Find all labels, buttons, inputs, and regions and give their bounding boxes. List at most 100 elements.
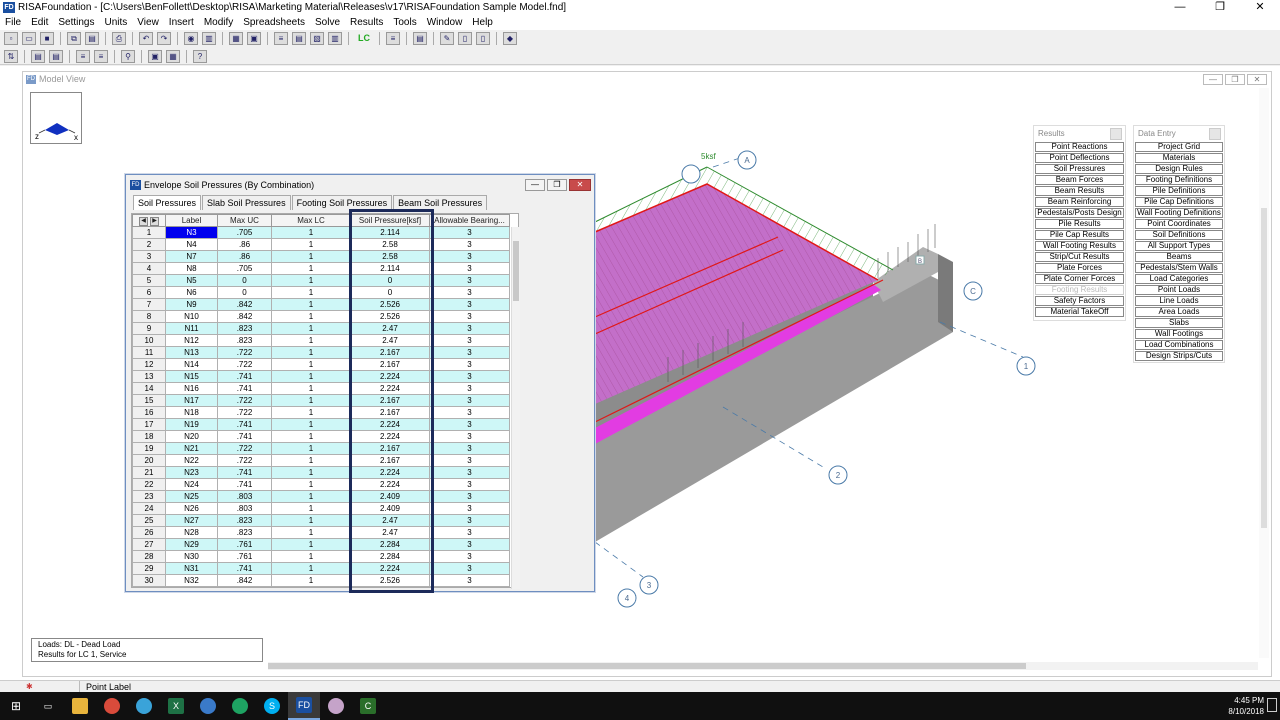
results-item[interactable]: Soil Pressures	[1035, 164, 1124, 174]
cell-max-lc[interactable]: 1	[271, 226, 351, 239]
cell-max-lc[interactable]: 1	[271, 478, 351, 491]
data-entry-item[interactable]: Wall Footing Definitions	[1135, 208, 1223, 218]
table-row[interactable]: 26 N28.823 1 2.47 3	[132, 526, 510, 539]
cell-allowable-bearing[interactable]: 3	[429, 418, 510, 431]
table-row[interactable]: 19 N21.722 1 2.167 3	[132, 442, 510, 455]
cell-label[interactable]: N20	[165, 430, 218, 443]
cell-max-lc[interactable]: 1	[271, 382, 351, 395]
table-icon[interactable]: ▦	[166, 49, 180, 63]
menu-units[interactable]: Units	[100, 17, 133, 28]
table-row[interactable]: 10 N12.823 1 2.47 3	[132, 334, 510, 347]
cell-allowable-bearing[interactable]: 3	[429, 502, 510, 515]
cell-max-lc[interactable]: 1	[271, 418, 351, 431]
menu-results[interactable]: Results	[345, 17, 388, 28]
row-number[interactable]: 8	[132, 310, 166, 323]
data-entry-item[interactable]: Design Rules	[1135, 164, 1223, 174]
cell-max-lc[interactable]: 1	[271, 310, 351, 323]
envelope-restore-button[interactable]: ❐	[547, 179, 567, 191]
row-number[interactable]: 20	[132, 454, 166, 467]
row-number[interactable]: 24	[132, 502, 166, 515]
table-row[interactable]: 22 N24.741 1 2.224 3	[132, 478, 510, 491]
table-row[interactable]: 23 N25.803 1 2.409 3	[132, 490, 510, 503]
column-header-max-uc[interactable]: Max UC	[217, 214, 272, 227]
menu-spreadsheets[interactable]: Spreadsheets	[238, 17, 310, 28]
tab-soil-pressures[interactable]: Soil Pressures	[133, 195, 202, 210]
data-entry-item[interactable]: Point Loads	[1135, 285, 1223, 295]
cell-label[interactable]: N26	[165, 502, 218, 515]
cell-max-uc[interactable]: .722	[217, 406, 272, 419]
open-file-icon[interactable]: ▭	[22, 32, 36, 45]
block-icon[interactable]: ≡	[94, 49, 108, 63]
cell-max-lc[interactable]: 1	[271, 514, 351, 527]
row-number[interactable]: 22	[132, 478, 166, 491]
row-number[interactable]: 3	[132, 250, 166, 263]
results-item[interactable]: Pile Cap Results	[1035, 230, 1124, 240]
table-row[interactable]: 9 N11.823 1 2.47 3	[132, 322, 510, 335]
menu-file[interactable]: File	[0, 17, 26, 28]
tab-footing-soil-pressures[interactable]: Footing Soil Pressures	[291, 195, 393, 210]
cell-max-uc[interactable]: 0	[217, 274, 272, 287]
row-number[interactable]: 10	[132, 334, 166, 347]
cell-label[interactable]: N18	[165, 406, 218, 419]
row-number[interactable]: 23	[132, 490, 166, 503]
cell-max-lc[interactable]: 1	[271, 286, 351, 299]
cell-label[interactable]: N21	[165, 442, 218, 455]
results-icon[interactable]: ▧	[310, 32, 324, 45]
cell-allowable-bearing[interactable]: 3	[429, 442, 510, 455]
model-view-vertical-scrollbar[interactable]	[1259, 88, 1269, 658]
help-icon[interactable]: ?	[193, 49, 207, 63]
column-header-allowable-bearing[interactable]: Allowable Bearing...	[429, 214, 510, 227]
table-row[interactable]: 17 N19.741 1 2.224 3	[132, 418, 510, 431]
table-row[interactable]: 21 N23.741 1 2.224 3	[132, 466, 510, 479]
results-panel-pin-button[interactable]	[1110, 128, 1122, 140]
row-number[interactable]: 28	[132, 550, 166, 563]
row-number[interactable]: 27	[132, 538, 166, 551]
cell-label[interactable]: N30	[165, 550, 218, 563]
row-number[interactable]: 15	[132, 394, 166, 407]
data-entry-item[interactable]: Pedestals/Stem Walls	[1135, 263, 1223, 273]
cell-max-lc[interactable]: 1	[271, 370, 351, 383]
results-item[interactable]: Material TakeOff	[1035, 307, 1124, 317]
row-number[interactable]: 18	[132, 430, 166, 443]
results-item[interactable]: Plate Corner Forces	[1035, 274, 1124, 284]
tab-beam-soil-pressures[interactable]: Beam Soil Pressures	[393, 195, 488, 210]
table-row[interactable]: 30 N32.842 1 2.526 3	[132, 574, 510, 587]
row-number[interactable]: 21	[132, 466, 166, 479]
table-row[interactable]: 29 N31.741 1 2.224 3	[132, 562, 510, 575]
cell-max-lc[interactable]: 1	[271, 538, 351, 551]
cell-max-uc[interactable]: .741	[217, 418, 272, 431]
restore-button[interactable]: ❐	[1200, 0, 1240, 15]
cell-label[interactable]: N32	[165, 574, 218, 587]
table-row[interactable]: 4 N8.705 1 2.114 3	[132, 262, 510, 275]
eraser-icon[interactable]: ◆	[503, 32, 517, 45]
table-row[interactable]: 15 N17.722 1 2.167 3	[132, 394, 510, 407]
column-header-label[interactable]: Label	[165, 214, 218, 227]
table-row[interactable]: 27 N29.761 1 2.284 3	[132, 538, 510, 551]
cell-max-uc[interactable]: .741	[217, 430, 272, 443]
table-row[interactable]: 16 N18.722 1 2.167 3	[132, 406, 510, 419]
row-number[interactable]: 9	[132, 322, 166, 335]
row-number[interactable]: 29	[132, 562, 166, 575]
data-entry-item[interactable]: Soil Definitions	[1135, 230, 1223, 240]
report-icon[interactable]: ▤	[413, 32, 427, 45]
row-number[interactable]: 17	[132, 418, 166, 431]
cell-max-lc[interactable]: 1	[271, 250, 351, 263]
menu-insert[interactable]: Insert	[164, 17, 199, 28]
table-row[interactable]: 5 N5 0 1 0 3	[132, 274, 510, 287]
data-entry-item[interactable]: Load Combinations	[1135, 340, 1223, 350]
results-item[interactable]: Beam Forces	[1035, 175, 1124, 185]
table-row[interactable]: 20 N22.722 1 2.167 3	[132, 454, 510, 467]
table-row[interactable]: 25 N27.823 1 2.47 3	[132, 514, 510, 527]
cell-allowable-bearing[interactable]: 3	[429, 526, 510, 539]
data-entry-item[interactable]: Point Coordinates	[1135, 219, 1223, 229]
row-number[interactable]: 19	[132, 442, 166, 455]
data-entry-item[interactable]: Design Strips/Cuts	[1135, 351, 1223, 361]
cell-allowable-bearing[interactable]: 3	[429, 250, 510, 263]
solve-icon[interactable]: ≡	[274, 32, 288, 45]
cell-max-lc[interactable]: 1	[271, 406, 351, 419]
row-number[interactable]: 7	[132, 298, 166, 311]
cell-max-lc[interactable]: 1	[271, 394, 351, 407]
table-row[interactable]: 12 N14.722 1 2.167 3	[132, 358, 510, 371]
minimize-button[interactable]: —	[1160, 0, 1200, 15]
cell-allowable-bearing[interactable]: 3	[429, 334, 510, 347]
